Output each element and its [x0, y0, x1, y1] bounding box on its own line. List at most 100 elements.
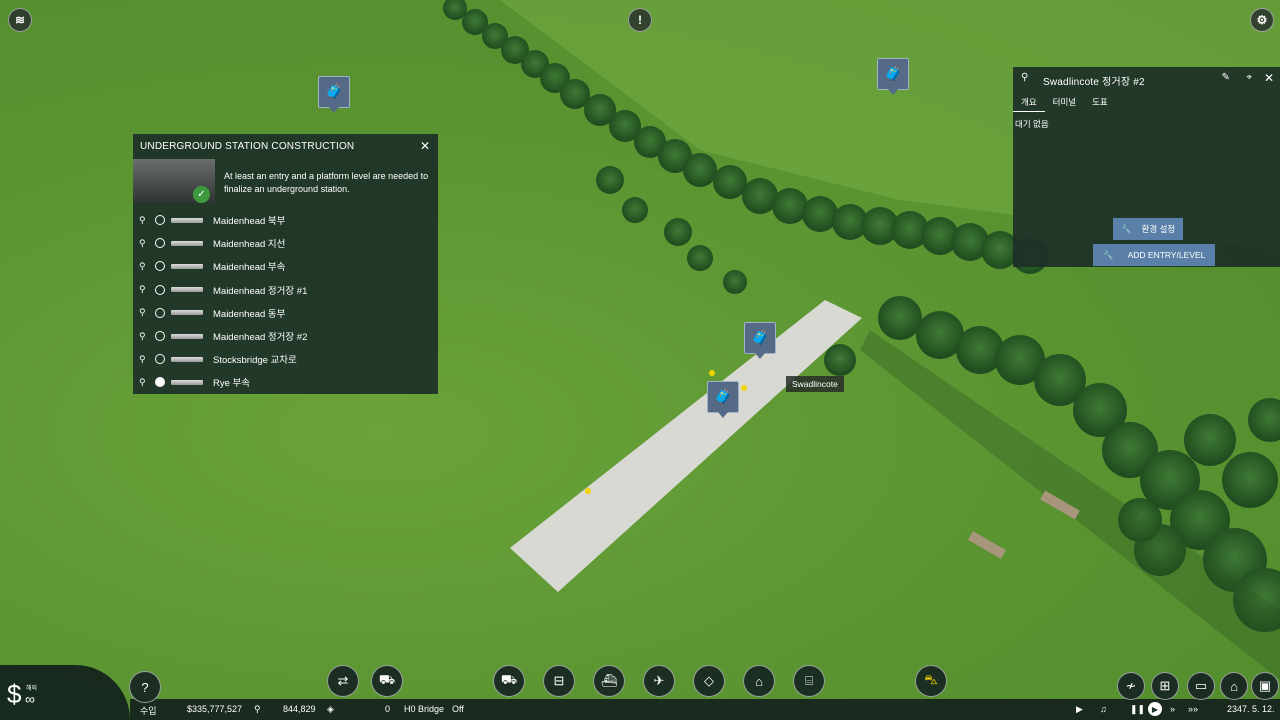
station-radio[interactable]: [155, 307, 165, 318]
ship-button[interactable]: ⛴: [593, 665, 625, 697]
wrench-icon: 🔧: [1121, 223, 1132, 234]
location-pin-icon[interactable]: ⚲: [139, 331, 151, 342]
messages-button[interactable]: ▭: [1187, 672, 1215, 700]
passenger-icon: 🧳: [883, 66, 903, 83]
passenger-icon: 🧳: [713, 389, 733, 406]
truck-icon: ⛟: [500, 672, 518, 687]
station-icon: ⌂: [1230, 678, 1238, 694]
alert-icon[interactable]: !: [628, 8, 652, 32]
vehicle-button[interactable]: ⛟: [371, 665, 403, 697]
station-radio[interactable]: [155, 331, 165, 341]
map-tooltip: Swadlincote: [786, 376, 844, 392]
ship-icon: ⛴: [600, 673, 618, 688]
edit-icon[interactable]: ✎: [1222, 72, 1230, 83]
track-icon: [171, 333, 203, 339]
passenger-icon: 🧳: [750, 330, 770, 347]
station-list-item[interactable]: ⚲ Rye 부속: [133, 371, 438, 393]
station-list-item[interactable]: ⚲ Maidenhead 북부: [133, 209, 438, 231]
finance-button[interactable]: ▣: [1251, 672, 1279, 700]
station-radio[interactable]: [155, 215, 165, 225]
vehicles-list-button[interactable]: ⊞: [1151, 672, 1179, 700]
lines-icon: ≁: [1125, 678, 1137, 693]
wrench-icon: 🔧: [1103, 249, 1114, 260]
station-list-item[interactable]: ⚲ Maidenhead 정거장 #2: [133, 325, 438, 347]
passenger-station-pin[interactable]: 🧳: [318, 76, 350, 113]
bulldozer-button[interactable]: ⛍: [915, 665, 947, 697]
station-name: Stocksbridge 교차로: [213, 355, 297, 367]
passenger-station-pin[interactable]: 🧳: [877, 58, 909, 95]
terrain-icon: ◇: [704, 673, 714, 688]
stations-button[interactable]: ⌂: [1220, 672, 1248, 700]
track-icon: [171, 263, 203, 269]
station-list-item[interactable]: ⚲ Maidenhead 동부: [133, 302, 438, 324]
station-radio[interactable]: [155, 377, 165, 388]
bridge-state[interactable]: Off: [452, 704, 464, 714]
station-name: Rye 부속: [213, 378, 251, 390]
road-vehicle-button[interactable]: ⛟: [493, 665, 525, 697]
fastest-forward-icon[interactable]: »»: [1188, 704, 1198, 714]
vehicles-icon: ⊞: [1159, 678, 1171, 693]
settings-button[interactable]: 🔧 환경 설정: [1113, 218, 1184, 240]
lines-button[interactable]: ≁: [1117, 672, 1145, 700]
station-radio[interactable]: [155, 354, 165, 365]
station-list-item[interactable]: ⚲ Stocksbridge 교차로: [133, 348, 438, 370]
play-icon[interactable]: ▶: [1148, 702, 1162, 716]
plane-button[interactable]: ✈: [643, 665, 675, 697]
tab-overview[interactable]: 개요: [1013, 94, 1045, 112]
income-label: 수입: [140, 706, 157, 716]
station-name: Maidenhead 정거장 #2: [213, 332, 308, 343]
bus-icon: ⛟: [378, 672, 396, 687]
station-radio[interactable]: [155, 261, 165, 272]
music-icon[interactable]: ♫: [1100, 704, 1107, 714]
station-name: Maidenhead 지선: [213, 239, 286, 251]
close-icon[interactable]: ✕: [420, 139, 430, 153]
station-name: Maidenhead 북부: [213, 216, 286, 227]
passenger-station-pin[interactable]: 🧳: [744, 322, 776, 359]
industry-button[interactable]: ⌸: [793, 665, 825, 697]
station-list-item[interactable]: ⚲ Maidenhead 지선: [133, 232, 438, 254]
construction-description: At least an entry and a platform level a…: [224, 171, 429, 194]
shuffle-icon: ⇄: [337, 673, 349, 688]
bulldozer-icon: ⛍: [924, 672, 938, 687]
track-icon: [171, 356, 203, 362]
passenger-station-pin[interactable]: 🧳: [707, 381, 739, 418]
tab-terminal[interactable]: 터미널: [1045, 94, 1084, 112]
station-radio[interactable]: [155, 284, 165, 295]
tab-chart[interactable]: 도표: [1084, 94, 1116, 112]
track-icon: [171, 287, 203, 293]
station-list-item[interactable]: ⚲ Maidenhead 부속: [133, 255, 438, 277]
close-icon[interactable]: ✕: [1264, 71, 1274, 85]
cargo-icon: ◈: [327, 704, 334, 714]
infinite-money: ∞: [25, 691, 35, 707]
help-button[interactable]: ?: [129, 671, 161, 703]
location-pin-icon[interactable]: ⚲: [139, 215, 151, 226]
population-value: 844,829: [283, 704, 316, 714]
settings-icon[interactable]: ⚙: [1250, 8, 1274, 32]
town-button[interactable]: ⌂: [743, 665, 775, 697]
train-button[interactable]: ⊟: [543, 665, 575, 697]
station-list-item[interactable]: ⚲ Maidenhead 정거장 #1: [133, 279, 438, 301]
camera-icon[interactable]: ▶: [1076, 704, 1083, 715]
location-pin-icon[interactable]: ⚲: [139, 261, 151, 272]
fast-forward-icon[interactable]: »: [1170, 704, 1175, 714]
location-pin-icon[interactable]: ⚲: [139, 377, 151, 388]
station-radio[interactable]: [155, 238, 165, 249]
location-pin-icon[interactable]: ⚲: [139, 354, 151, 365]
train-icon: ⊟: [553, 673, 565, 688]
location-pin-icon[interactable]: ⚲: [139, 284, 151, 295]
check-icon: ✓: [193, 186, 210, 203]
pause-icon[interactable]: ❚❚: [1130, 704, 1145, 715]
station-name: Maidenhead 동부: [213, 308, 286, 320]
pin-icon[interactable]: ⌖: [1246, 72, 1252, 83]
location-pin-icon[interactable]: ⚲: [139, 307, 151, 318]
shuffle-button[interactable]: ⇄: [327, 665, 359, 697]
location-pin-icon[interactable]: ⚲: [139, 238, 151, 249]
station-name: Maidenhead 정거장 #1: [213, 285, 308, 297]
terrain-button[interactable]: ◇: [693, 665, 725, 697]
station-thumbnail: ✓: [133, 159, 215, 203]
town-icon: ⌂: [755, 673, 763, 689]
track-icon: [171, 240, 203, 246]
tab-bar: 개요 터미널 도표: [1013, 94, 1116, 112]
add-entry-level-button[interactable]: 🔧 ADD ENTRY/LEVEL: [1093, 244, 1216, 266]
layers-icon[interactable]: ≋: [8, 8, 32, 32]
